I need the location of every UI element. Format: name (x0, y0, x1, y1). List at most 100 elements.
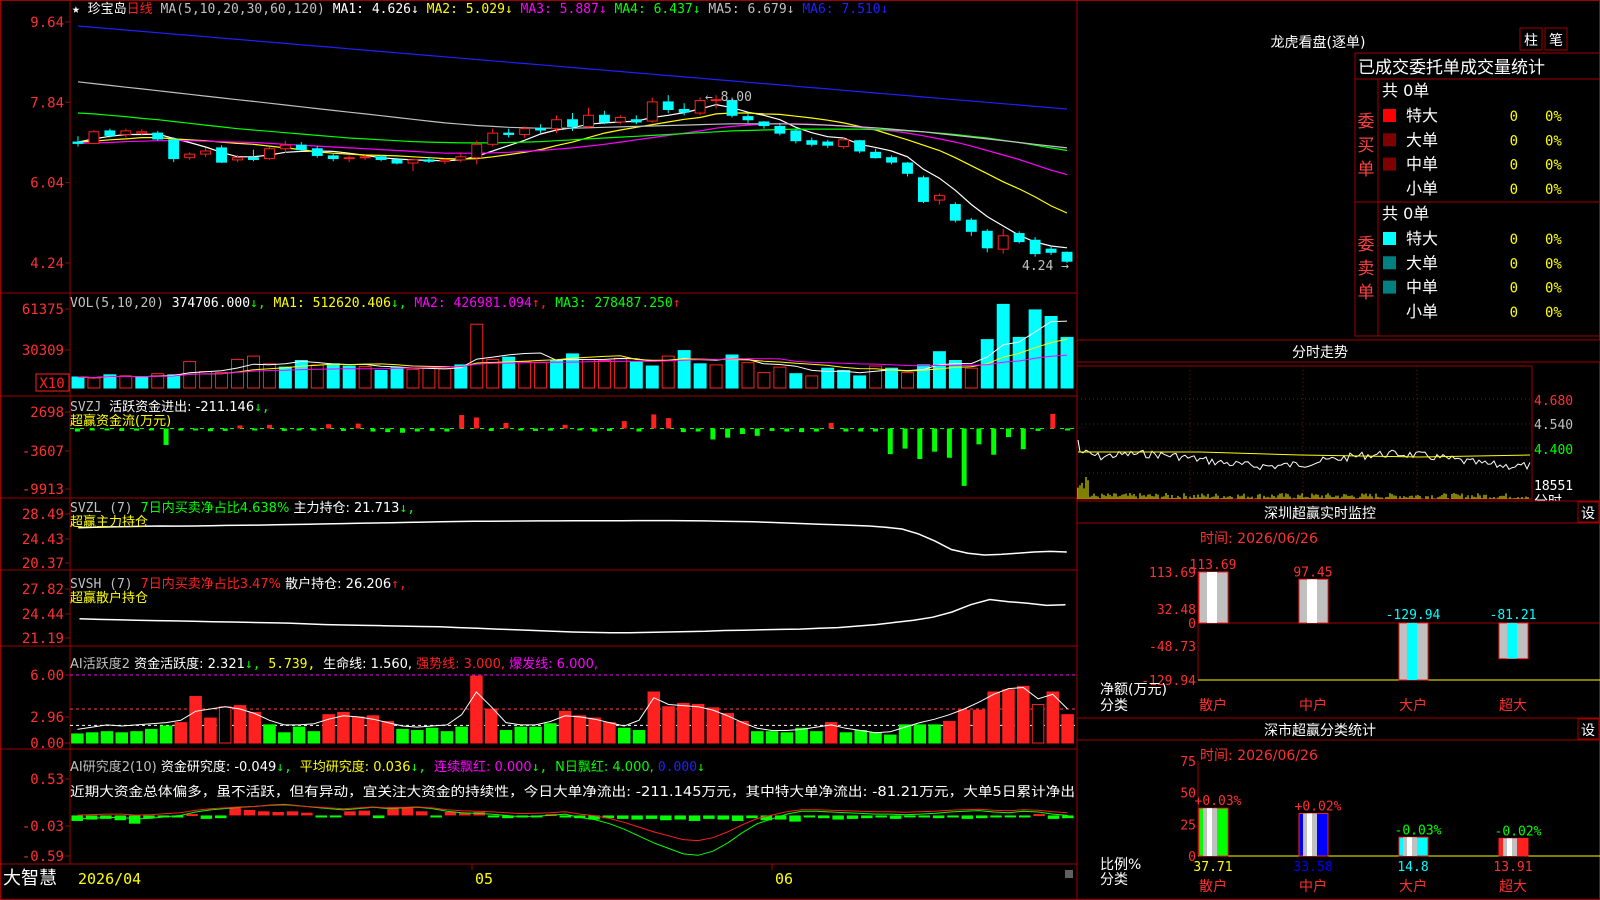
svzj-bar (400, 428, 406, 433)
svsh-panel[interactable]: 27.82 24.44 21.19 SVSH (7) 7日内买卖净占比3.47% 散户… (22, 576, 1066, 647)
date-axis-may: 05 (475, 870, 493, 888)
candle-body (806, 140, 818, 145)
volume-bar (390, 367, 404, 389)
ai1-bar (218, 706, 232, 744)
svzj-bar (281, 428, 287, 431)
volume-bar (1044, 316, 1058, 389)
stats-category: 大户 (1399, 878, 1427, 895)
lhb-buy-row-pct: 0% (1545, 109, 1562, 125)
monitor-category: 大户 (1399, 697, 1427, 714)
candle-body (854, 140, 866, 152)
volume-header-run-5: MA2: 426981.094 (414, 296, 532, 311)
ai1-bar (514, 726, 528, 744)
svzj-bar (1035, 428, 1041, 431)
monitor-ylabel: 净额(万元) (1100, 682, 1167, 698)
intraday-frame (1076, 365, 1533, 500)
ai1-bar (263, 724, 276, 744)
svzj-bar (473, 417, 479, 429)
ai1-bar (750, 731, 764, 744)
volume-header-run-3: MA1: 512620.406 (274, 296, 391, 311)
ai2-bar (889, 815, 902, 819)
stats-y-label: 75 (1180, 755, 1196, 770)
svzl-panel[interactable]: 28.49 24.43 20.37 SVZL (7) 7日内买卖净占比4.638% 主… (22, 500, 1067, 572)
lhb-sell-row-value: 0 (1510, 305, 1518, 321)
ai2-bar (71, 815, 83, 821)
ai1-bar (278, 732, 291, 744)
svzj-bar (267, 424, 273, 429)
svzj-header-run-1: 活跃资金进出: -211.146 (109, 399, 254, 415)
stats-bar (1498, 837, 1529, 857)
ai-activity-panel[interactable]: 6.00 2.96 0.00 AI活跃度2 资金活跃度: 2.321↓, 5.739,… (30, 656, 1075, 752)
volume-bar (326, 363, 340, 389)
ai1-bar (1046, 691, 1060, 744)
ai1-bar (381, 720, 395, 744)
volume-panel[interactable]: 6137530309X10VOL(5,10,20) 374706.000↓, M… (22, 296, 1074, 392)
svzj-bar (991, 428, 997, 455)
candle-body (311, 148, 323, 156)
candle-body (758, 121, 770, 127)
svzj-bar (444, 428, 450, 432)
ai1-header-run-6: 爆发线: 6.000, (509, 656, 598, 672)
vol-y-label: 61375 (22, 302, 64, 318)
candle-body (790, 130, 802, 142)
main-chart-canvas[interactable]: 9.64 7.84 6.04 4.24 ← 8.00 4.24 → ★ 珍宝岛日线 MA(5… (0, 0, 1600, 900)
candle-body (535, 128, 547, 131)
stats-ylabel: 比例% (1100, 857, 1141, 873)
kline-panel[interactable]: 9.64 7.84 6.04 4.24 ← 8.00 4.24 → ★ 珍宝岛日线 MA(5… (30, 1, 1073, 274)
volume-bar (119, 375, 133, 389)
ai2-bar (645, 815, 658, 819)
svzj-bar (902, 428, 908, 449)
candle-body (583, 114, 594, 127)
svzj-bar (488, 428, 494, 431)
ai2-bar (717, 815, 729, 820)
monitor-bar-highlight (1307, 579, 1317, 623)
ai2-bar (818, 815, 830, 819)
ai1-bar (706, 707, 720, 744)
monitor-time: 时间: 2026/06/26 (1200, 531, 1318, 547)
candle-body (279, 144, 291, 150)
ai1-bar (854, 730, 867, 744)
ai2-bar (272, 812, 284, 816)
candle-body (439, 159, 451, 162)
svzj-bar (725, 428, 731, 438)
ai1-bar (943, 720, 956, 744)
svzj-panel[interactable]: 2698-3607-9913SVZJ 活跃资金进出: -211.146↓,超赢资… (22, 399, 1075, 498)
lhb-sell-row-pct: 0% (1545, 305, 1562, 321)
ai1-bar (425, 727, 439, 744)
svsh-header: SVSH (7) 7日内买卖净占比3.47% 散户持仓: 26.206↑, (70, 576, 407, 592)
volume-bar (374, 369, 388, 389)
stats-bar-value: 37.71 (1193, 860, 1232, 875)
right-panels: 龙虎看盘(逐单) 柱笔已成交委托单成交量统计共 0单委买单特大 0 0%大单 0 0%中单… (1076, 27, 1600, 895)
lhb-buy-row-value: 0 (1510, 133, 1518, 149)
ai1-bar (85, 732, 99, 744)
svzj-bar (695, 428, 701, 432)
svsh-header-run-3: ↑, (391, 577, 407, 592)
ai1-y-label: 6.00 (30, 668, 64, 684)
ai1-bar (174, 722, 188, 744)
ai1-header-run-1: 资金活跃度: 2.321 (134, 656, 245, 672)
stats-category: 中户 (1299, 878, 1327, 895)
ai2-bar (243, 809, 256, 816)
lhb-buy-total: 共 0单 (1382, 81, 1429, 100)
candle-body (423, 159, 435, 162)
ai2-header: AI研究度2(10) 资金研究度: -0.049↓, 平均研究度: 0.036↓… (70, 759, 705, 775)
svzl-header-run-0: SVZL (7) (70, 501, 140, 516)
svzj-bar (784, 428, 790, 432)
ai-research-panel[interactable]: 0.53-0.03-0.59AI研究度2(10) 资金研究度: -0.049↓,… (22, 759, 1075, 865)
ai2-bar (358, 810, 371, 816)
ai2-bar (990, 815, 1002, 818)
ai2-bar (1019, 815, 1031, 818)
candle-body (375, 156, 387, 160)
svzj-bar (429, 428, 435, 431)
monitor-y-label: 32.48 (1157, 603, 1196, 618)
volume-bar (629, 361, 643, 389)
ai1-header: AI活跃度2 资金活跃度: 2.321↓, 5.739, 生命线: 1.560,… (70, 656, 598, 672)
svzj-bar (414, 428, 420, 432)
svzj-bar (651, 414, 657, 429)
lhb-btn-tick: 笔 (1549, 33, 1563, 49)
volume-bar (310, 364, 324, 389)
volume-header-run-8: ↑ (673, 296, 681, 311)
candle-body (694, 100, 706, 114)
volume-bar (757, 372, 771, 389)
candle-body (200, 150, 212, 155)
